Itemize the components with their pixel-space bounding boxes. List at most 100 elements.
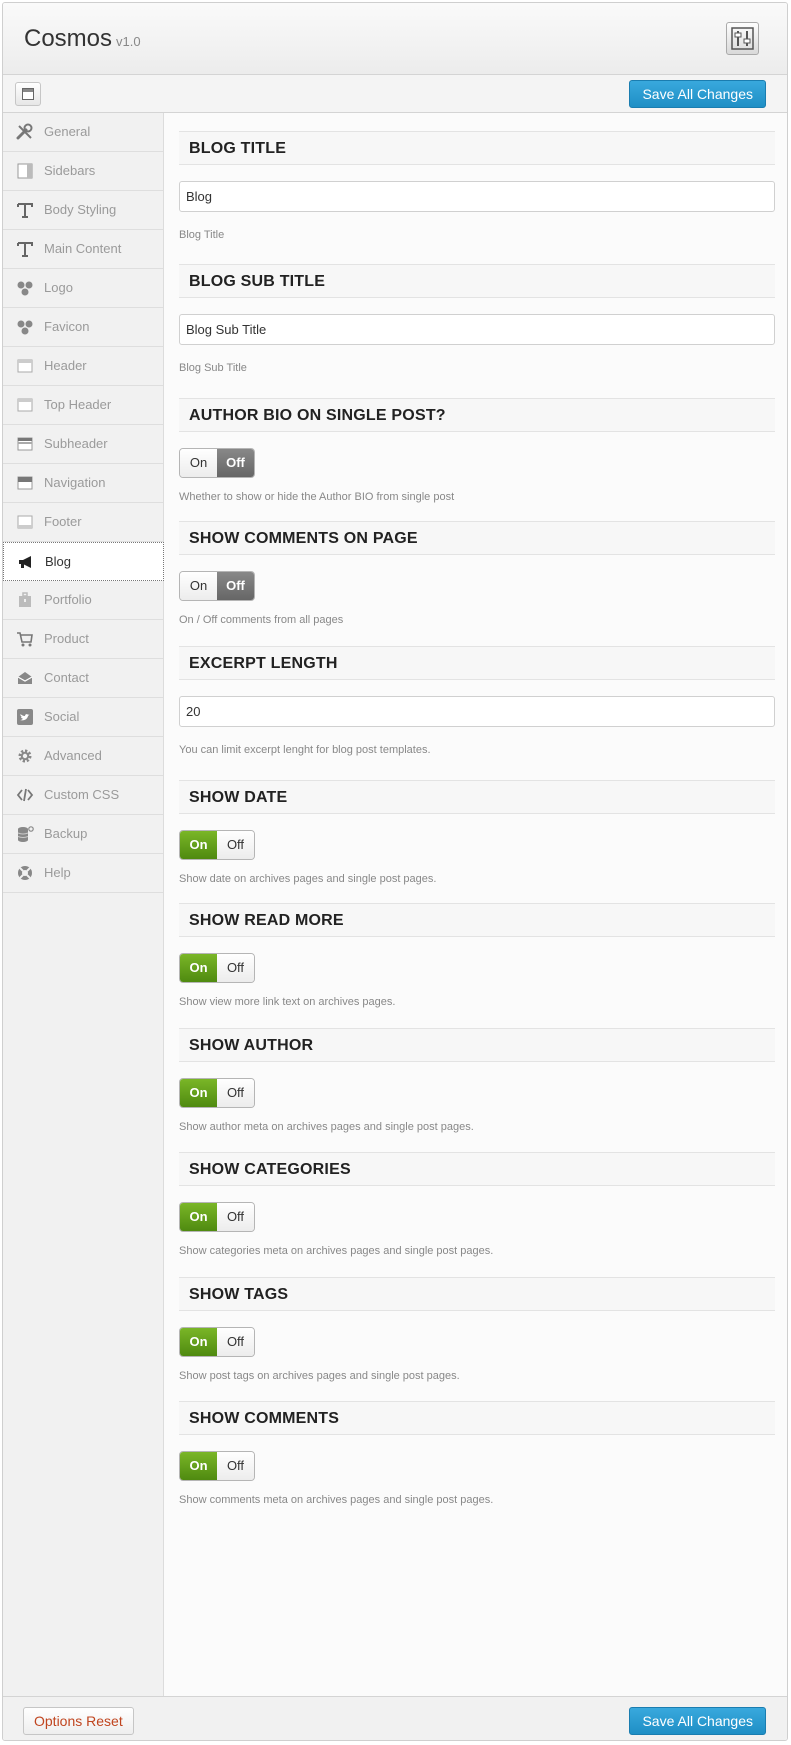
toggle-on[interactable]: On (180, 1452, 217, 1480)
section-title: SHOW AUTHOR (179, 1028, 775, 1062)
section-description: Show post tags on archives pages and sin… (179, 1370, 460, 1382)
app-name: Cosmos (24, 25, 113, 52)
cart-icon (16, 630, 34, 648)
database-icon (16, 825, 34, 843)
toggle-off[interactable]: Off (217, 1328, 254, 1356)
show-author-toggle[interactable]: On Off (179, 1078, 255, 1108)
section-description: Whether to show or hide the Author BIO f… (179, 491, 455, 503)
toggle-on[interactable]: On (180, 954, 217, 982)
sidebar-item-label: Contact (44, 670, 89, 685)
section-description: Blog Title (179, 229, 225, 241)
sidebar-item-contact[interactable]: Contact (3, 659, 163, 698)
toggle-off[interactable]: Off (217, 1079, 254, 1107)
sidebar-item-navigation[interactable]: Navigation (3, 464, 163, 503)
section-excerpt-length: EXCERPT LENGTH You can limit excerpt leng… (179, 646, 775, 756)
sidebar-item-label: Sidebars (44, 163, 96, 178)
sidebar-item-backup[interactable]: Backup (3, 815, 163, 854)
sidebar-nav: General Sidebars Body Styling Main Content L… (3, 113, 164, 1696)
sidebar-item-portfolio[interactable]: Portfolio (3, 581, 163, 620)
sidebar-item-logo[interactable]: Logo (3, 269, 163, 308)
sidebar-item-general[interactable]: General (3, 113, 163, 152)
sidebar-item-label: Social (44, 709, 80, 724)
megaphone-icon (17, 553, 35, 571)
sidebar-item-subheader[interactable]: Subheader (3, 425, 163, 464)
sidebar-item-blog[interactable]: Blog (3, 542, 164, 581)
theme-logo-button[interactable] (726, 22, 759, 55)
toggle-off[interactable]: Off (217, 1203, 254, 1231)
sidebar-item-footer[interactable]: Footer (3, 503, 163, 542)
show-comments-toggle[interactable]: On Off (179, 1451, 255, 1481)
sidebar-item-product[interactable]: Product (3, 620, 163, 659)
sidebar-item-body-styling[interactable]: Body Styling (3, 191, 163, 230)
toggle-off[interactable]: Off (217, 572, 254, 600)
sidebar-item-label: Navigation (44, 475, 106, 490)
show-tags-toggle[interactable]: On Off (179, 1327, 255, 1357)
section-title: SHOW CATEGORIES (179, 1152, 775, 1186)
gear-icon (16, 747, 34, 765)
circles-icon (16, 279, 34, 297)
toggle-layout-button[interactable] (15, 82, 41, 106)
code-icon (16, 786, 34, 804)
sidebar-item-label: Custom CSS (44, 787, 120, 802)
sidebar-item-sidebars[interactable]: Sidebars (3, 152, 163, 191)
sidebar-item-social[interactable]: Social (3, 698, 163, 737)
section-description: Show date on archives pages and single p… (179, 873, 437, 885)
section-blog-title: BLOG TITLE Blog Title (179, 131, 775, 241)
app-title: Cosmos v1.0 (24, 25, 141, 53)
sidebar-item-label: Product (44, 631, 89, 646)
sidebar-item-header[interactable]: Header (3, 347, 163, 386)
toggle-off[interactable]: Off (217, 954, 254, 982)
toggle-off[interactable]: Off (217, 1452, 254, 1480)
sidebar-item-advanced[interactable]: Advanced (3, 737, 163, 776)
blog-sub-title-input[interactable] (179, 314, 775, 345)
toggle-on[interactable]: On (180, 1328, 217, 1356)
section-blog-sub-title: BLOG SUB TITLE Blog Sub Title (179, 264, 775, 374)
section-title: SHOW COMMENTS ON PAGE (179, 521, 775, 555)
footer-save-all-changes-button[interactable]: Save All Changes (629, 1707, 766, 1735)
toggle-on[interactable]: On (180, 449, 217, 477)
blog-title-input[interactable] (179, 181, 775, 212)
toggle-off[interactable]: Off (217, 831, 254, 859)
main-content: BLOG TITLE Blog Title BLOG SUB TITLE Blog S… (164, 113, 787, 1696)
show-categories-toggle[interactable]: On Off (179, 1202, 255, 1232)
envelope-icon (16, 669, 34, 687)
options-reset-button[interactable]: Options Reset (23, 1707, 134, 1735)
section-title: SHOW COMMENTS (179, 1401, 775, 1435)
sidebar-item-label: Help (44, 865, 71, 880)
show-comments-on-page-toggle[interactable]: On Off (179, 571, 255, 601)
twitter-bird-icon (16, 708, 34, 726)
toggle-on[interactable]: On (180, 572, 217, 600)
lifebuoy-icon (16, 864, 34, 882)
sidebar-item-label: Advanced (44, 748, 102, 763)
sidebar-item-label: Footer (44, 514, 82, 529)
sidebar-item-top-header[interactable]: Top Header (3, 386, 163, 425)
sidebar-item-custom-css[interactable]: Custom CSS (3, 776, 163, 815)
toggle-off[interactable]: Off (217, 449, 254, 477)
section-title: SHOW TAGS (179, 1277, 775, 1311)
toggle-on[interactable]: On (180, 1203, 217, 1231)
section-title: BLOG TITLE (179, 131, 775, 165)
typography-icon (16, 240, 34, 258)
section-title: EXCERPT LENGTH (179, 646, 775, 680)
show-read-more-toggle[interactable]: On Off (179, 953, 255, 983)
sidebar-item-label: General (44, 124, 91, 139)
navigation-layout-icon (16, 474, 34, 492)
sidebar-item-favicon[interactable]: Favicon (3, 308, 163, 347)
section-description: Show author meta on archives pages and s… (179, 1121, 474, 1133)
sidebar-item-main-content[interactable]: Main Content (3, 230, 163, 269)
sidebar-item-label: Portfolio (44, 592, 92, 607)
sidebar-item-label: Logo (44, 280, 73, 295)
briefcase-icon (16, 591, 34, 609)
excerpt-length-input[interactable] (179, 696, 775, 727)
sliders-icon (731, 27, 754, 50)
toggle-on[interactable]: On (180, 831, 217, 859)
save-all-changes-button[interactable]: Save All Changes (629, 80, 766, 108)
sidebar-item-label: Header (44, 358, 87, 373)
section-title: AUTHOR BIO ON SINGLE POST? (179, 398, 775, 432)
section-show-date: SHOW DATE On Off Show date on archives page… (179, 780, 775, 885)
section-description: Show view more link text on archives pag… (179, 996, 396, 1008)
author-bio-toggle[interactable]: On Off (179, 448, 255, 478)
sidebar-item-help[interactable]: Help (3, 854, 163, 893)
show-date-toggle[interactable]: On Off (179, 830, 255, 860)
toggle-on[interactable]: On (180, 1079, 217, 1107)
